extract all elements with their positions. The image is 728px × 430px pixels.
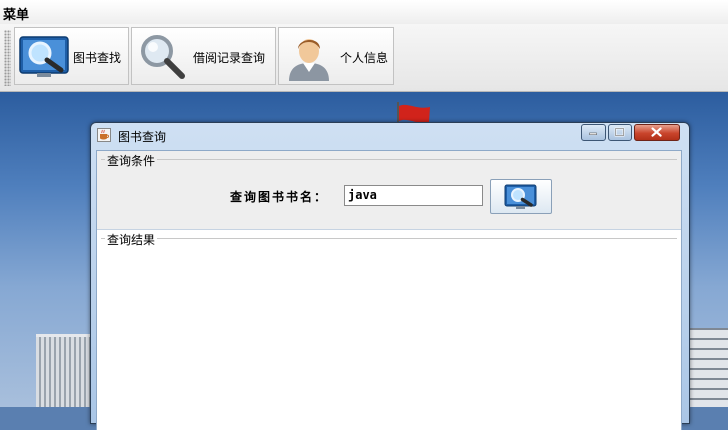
magnifier-screen-icon — [19, 36, 69, 77]
toolbar-grip[interactable] — [4, 30, 11, 86]
window-titlebar[interactable]: 图书查询 — [91, 123, 687, 147]
window-title: 图书查询 — [118, 130, 167, 144]
user-avatar-icon — [289, 39, 329, 81]
result-panel-title: 查询结果 — [105, 231, 158, 248]
result-panel-border — [101, 238, 677, 239]
book-search-label: 图书查找 — [73, 51, 122, 65]
book-name-input[interactable]: java — [344, 185, 483, 206]
window-content: 查询条件 查询图书书名： java 查询结果 — [96, 150, 682, 430]
condition-panel-title: 查询条件 — [105, 152, 158, 169]
menu-caidan[interactable]: 菜单 — [3, 4, 29, 23]
maximize-icon — [614, 127, 625, 137]
building-image-left — [36, 334, 92, 407]
java-cup-icon — [97, 128, 111, 142]
book-query-window: 图书查询 查询条件 查询图书书名： java 查询结果 — [90, 122, 690, 430]
building-image-right — [686, 328, 728, 407]
minimize-icon — [589, 132, 597, 135]
magnifier-screen-icon — [504, 184, 537, 209]
book-search-button[interactable]: 图书查找 — [14, 27, 129, 85]
close-icon — [651, 127, 662, 137]
magnifier-icon — [141, 35, 185, 79]
maximize-button[interactable] — [608, 124, 632, 141]
condition-panel-border — [101, 159, 677, 160]
personal-info-button[interactable]: 个人信息 — [278, 27, 394, 85]
borrow-record-query-label: 借阅记录查询 — [193, 51, 266, 65]
menu-bar: 菜单 — [0, 0, 728, 25]
minimize-button[interactable] — [581, 124, 606, 141]
toolbar: 图书查找 借阅记录查询 个人信息 — [0, 24, 728, 92]
borrow-record-query-button[interactable]: 借阅记录查询 — [131, 27, 276, 85]
close-button[interactable] — [634, 124, 680, 141]
book-name-label: 查询图书书名： — [230, 190, 329, 204]
query-button[interactable] — [490, 179, 552, 214]
personal-info-label: 个人信息 — [340, 51, 389, 65]
query-result-panel: 查询结果 — [97, 229, 681, 430]
